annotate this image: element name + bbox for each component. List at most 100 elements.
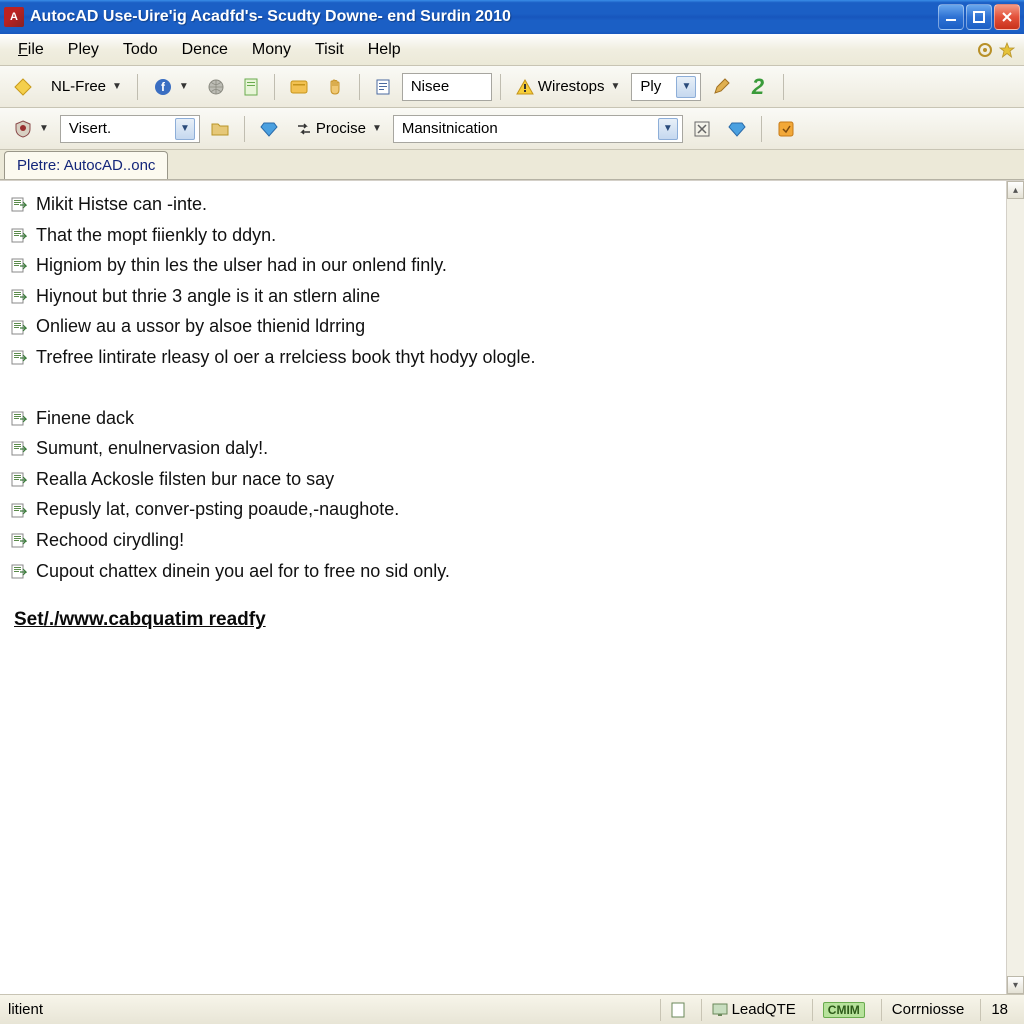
readfy-link[interactable]: Set/./www.cabquatim readfy: [14, 609, 266, 630]
globe-button[interactable]: f ▼: [146, 72, 196, 102]
hand-button[interactable]: [319, 72, 351, 102]
window-controls: [938, 4, 1020, 30]
menu-todo[interactable]: Todo: [111, 37, 170, 63]
wirestops-label: Wirestops: [538, 78, 605, 95]
bullet-doc-icon: [10, 195, 28, 213]
dropdown-arrow-icon: ▼: [611, 81, 621, 92]
link-row: Set/./www.cabquatim readfy: [8, 604, 994, 636]
bullet-doc-icon: [10, 409, 28, 427]
x-square-icon: [694, 121, 710, 137]
menu-mony[interactable]: Mony: [240, 37, 303, 63]
menu-help[interactable]: Help: [356, 37, 413, 63]
cmim-badge: CMIM: [823, 1002, 865, 1018]
separator: [761, 116, 762, 142]
gem-button[interactable]: [253, 114, 285, 144]
card-icon: [290, 79, 308, 95]
menu-file[interactable]: File: [6, 37, 56, 63]
folder-button[interactable]: [204, 114, 236, 144]
content-area: Mikit Histse can -inte.That the mopt fii…: [0, 180, 1024, 994]
pencil-button[interactable]: [705, 72, 737, 102]
document-icon: [243, 78, 259, 96]
two-button[interactable]: 2: [741, 72, 775, 102]
warning-icon: [516, 79, 534, 95]
dropdown-arrow-icon: ▼: [39, 123, 49, 134]
separator: [274, 74, 275, 100]
bullet-doc-icon: [10, 256, 28, 274]
menu-dence[interactable]: Dence: [170, 37, 240, 63]
bullet-doc-icon: [10, 562, 28, 580]
nl-free-button[interactable]: NL-Free ▼: [44, 72, 129, 102]
list-item: Sumunt, enulnervasion daly!.: [8, 433, 994, 464]
list-item: Realla Ackosle filsten bur nace to say: [8, 464, 994, 495]
transfer-icon: [296, 121, 312, 137]
list-item-text: Cupout chattex dinein you ael for to fre…: [36, 556, 450, 587]
window-title: AutocAD Use-Uire'ig Acadfd's- Scudty Dow…: [30, 8, 938, 26]
globe-gray-button[interactable]: [200, 72, 232, 102]
vertical-scrollbar[interactable]: ▴ ▾: [1006, 181, 1024, 994]
page-button[interactable]: [368, 72, 398, 102]
separator: [244, 116, 245, 142]
number-two-icon: 2: [748, 76, 768, 98]
menu-pley[interactable]: Pley: [56, 37, 111, 63]
card-button[interactable]: [283, 72, 315, 102]
close-x-button[interactable]: [687, 114, 717, 144]
list-item-text: Rechood cirydling!: [36, 525, 184, 556]
toolbar-2: ▼ Visert. ▼ Procise ▼ Mansitnication ▼: [0, 108, 1024, 150]
menu-tisit[interactable]: Tisit: [303, 37, 356, 63]
close-button[interactable]: [994, 4, 1020, 30]
status-num: 18: [980, 999, 1018, 1021]
bullet-doc-icon: [10, 226, 28, 244]
procise-button[interactable]: Procise ▼: [289, 114, 389, 144]
nisee-field[interactable]: Nisee: [402, 73, 492, 101]
list-item-text: Finene dack: [36, 403, 134, 434]
scroll-up-button[interactable]: ▴: [1007, 181, 1024, 199]
bullet-doc-icon: [10, 501, 28, 519]
shield-button[interactable]: ▼: [6, 114, 56, 144]
wirestops-button[interactable]: Wirestops ▼: [509, 72, 628, 102]
status-leadqte[interactable]: LeadQTE: [701, 999, 806, 1021]
dropdown-arrow-icon: ▼: [372, 123, 382, 134]
list-item-text: Realla Ackosle filsten bur nace to say: [36, 464, 334, 495]
minimize-button[interactable]: [938, 4, 964, 30]
bullet-doc-icon: [10, 318, 28, 336]
mansit-combo[interactable]: Mansitnication ▼: [393, 115, 683, 143]
maximize-button[interactable]: [966, 4, 992, 30]
gem2-button[interactable]: [721, 114, 753, 144]
back-button[interactable]: [6, 72, 40, 102]
list-item: Repusly lat, conver-psting poaude,-naugh…: [8, 494, 994, 525]
scroll-down-button[interactable]: ▾: [1007, 976, 1024, 994]
visert-combo[interactable]: Visert. ▼: [60, 115, 200, 143]
doc-green-button[interactable]: [236, 72, 266, 102]
list-item: Trefree lintirate rleasy ol oer a rrelci…: [8, 342, 994, 373]
status-bar: litient LeadQTE CMIM Corrniosse 18: [0, 994, 1024, 1024]
gear-icon[interactable]: [974, 39, 996, 61]
list-item-text: Sumunt, enulnervasion daly!.: [36, 433, 268, 464]
status-corr[interactable]: Corrniosse: [881, 999, 975, 1021]
list-item-text: Trefree lintirate rleasy ol oer a rrelci…: [36, 342, 536, 373]
dropdown-arrow-icon: ▼: [676, 76, 696, 98]
gem-icon: [728, 121, 746, 137]
status-left: litient: [6, 999, 53, 1021]
app-icon: A: [4, 7, 24, 27]
bullet-doc-icon: [10, 470, 28, 488]
document-body: Mikit Histse can -inte.That the mopt fii…: [0, 181, 1006, 994]
tab-document[interactable]: Pletre: AutocAD..onc: [4, 151, 168, 179]
svg-text:2: 2: [751, 76, 765, 98]
pencil-icon: [712, 78, 730, 96]
list-item-text: Onliew au a ussor by alsoe thienid ldrri…: [36, 311, 365, 342]
orange-button[interactable]: [770, 114, 802, 144]
scroll-track[interactable]: [1007, 199, 1024, 976]
star-icon[interactable]: [996, 39, 1018, 61]
diamond-yellow-icon: [13, 77, 33, 97]
dropdown-arrow-icon: ▼: [112, 81, 122, 92]
bullet-doc-icon: [10, 287, 28, 305]
info-circle-icon: f: [153, 77, 173, 97]
list-item: That the mopt fiienkly to ddyn.: [8, 220, 994, 251]
mansit-value: Mansitnication: [398, 120, 658, 137]
list-item: Mikit Histse can -inte.: [8, 189, 994, 220]
status-icon-1[interactable]: [660, 999, 695, 1021]
ply-combo[interactable]: Ply ▼: [631, 73, 701, 101]
bullet-doc-icon: [10, 531, 28, 549]
nisee-value: Nisee: [407, 78, 487, 95]
separator: [359, 74, 360, 100]
